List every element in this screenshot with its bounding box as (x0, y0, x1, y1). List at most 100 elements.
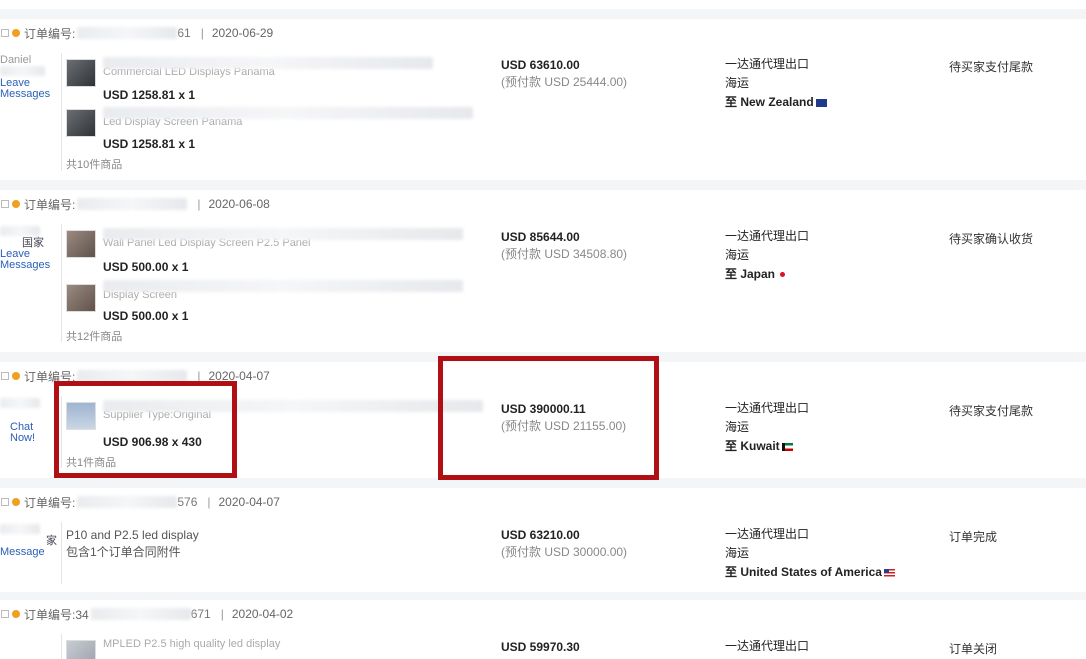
chat-now-link[interactable]: Chat Now! (0, 422, 58, 444)
order-number-tail: 671 (190, 607, 211, 621)
column-divider (61, 224, 62, 342)
destination: 至 Kuwait (725, 439, 780, 453)
item-count: 共12件商品 (66, 331, 123, 343)
highlight-box-amount (438, 356, 659, 480)
jp-flag-icon (780, 272, 786, 278)
product-title[interactable]: Wall Panel Led Display Screen P2.5 Panel (103, 228, 463, 249)
prepayment: (预付款 USD 30000.00) (501, 545, 628, 559)
shipping-info: 一达通代理出口 海运 至 United States of America (725, 525, 925, 582)
order-status: 待买家支付尾款 (949, 404, 1034, 418)
order-header: 订单编号: 61 | 2020-06-29 (0, 19, 1086, 48)
leave-message-link[interactable]: Message (0, 546, 45, 558)
product-title[interactable]: Display Screen (103, 280, 463, 301)
order-amount: USD 59970.30 (501, 640, 691, 654)
product-thumbnail[interactable] (66, 284, 96, 312)
product-thumbnail[interactable] (66, 59, 96, 87)
shield-icon (12, 372, 20, 380)
order-body: MPLED P2.5 high quality led display USD … (0, 628, 1086, 659)
order-date: 2020-06-08 (208, 197, 270, 211)
shipping-info: 一达通代理出口 海运 至 Japan (725, 227, 925, 284)
order-checkbox[interactable] (1, 498, 9, 506)
destination: 至 United States of America (725, 565, 882, 579)
order-date: 2020-04-07 (218, 495, 280, 509)
product-list: MPLED P2.5 high quality led display (66, 638, 496, 659)
ship-method: 一达通代理出口 (725, 527, 810, 541)
order-checkbox[interactable] (1, 372, 9, 380)
order-number-blurred (77, 496, 178, 508)
item-count: 共10件商品 (66, 159, 123, 171)
kw-flag-icon (781, 442, 793, 451)
product-title[interactable]: MPLED P2.5 high quality led display (103, 638, 280, 650)
nz-flag-icon (815, 98, 827, 107)
ship-mode: 海运 (725, 546, 750, 560)
ship-method: 一达通代理出口 (725, 639, 810, 653)
contract-attachment: 包含1个订单合同附件 (66, 545, 181, 559)
shield-icon (12, 498, 20, 506)
ship-method: 一达通代理出口 (725, 229, 810, 243)
order-header: 订单编号:34 671 | 2020-04-02 (0, 600, 1086, 629)
product-title[interactable]: Commercial LED Displays Panama (103, 57, 433, 78)
order-status: 订单完成 (949, 530, 998, 544)
product-title[interactable]: P10 and P2.5 led display (66, 528, 199, 542)
separator: | (197, 197, 201, 211)
order-header: 订单编号: | 2020-06-08 (0, 190, 1086, 219)
order-body: Daniel Leave Messages Commercial LED Dis… (0, 47, 1086, 180)
order-checkbox[interactable] (1, 200, 9, 208)
leave-message-link[interactable]: Leave Messages (0, 248, 50, 271)
column-divider (61, 634, 62, 659)
total-amount: USD 63610.00 (501, 58, 580, 72)
product-price: USD 500.00 x 1 (103, 309, 189, 323)
divider (0, 180, 1086, 190)
order-number-blurred (77, 198, 188, 210)
order-amount: USD 85644.00 (预付款 USD 34508.80) (501, 230, 691, 262)
order-amount: USD 63610.00 (预付款 USD 25444.00) (501, 58, 691, 90)
total-amount: USD 85644.00 (501, 230, 580, 244)
order-date: 2020-04-02 (231, 607, 294, 621)
ship-method: 一达通代理出口 (725, 57, 810, 71)
order-number-blurred (90, 608, 191, 620)
seller-name: Daniel (0, 54, 32, 66)
order-number-tail: 576 (177, 495, 198, 509)
order-header: 订单编号: 576 | 2020-04-07 (0, 488, 1086, 517)
shipping-info: 一达通代理出口 (725, 637, 925, 656)
product-thumbnail[interactable] (66, 109, 96, 137)
highlight-box-price (54, 381, 237, 478)
leave-message-link[interactable]: Leave Messages (0, 77, 50, 100)
prepayment: (预付款 USD 34508.80) (501, 247, 628, 261)
destination: 至 Japan (725, 267, 776, 281)
product-price: USD 1258.81 x 1 (103, 137, 196, 151)
us-flag-icon (883, 568, 895, 577)
product-thumbnail[interactable] (66, 230, 96, 258)
order-date: 2020-06-29 (211, 26, 274, 40)
order-checkbox[interactable] (1, 29, 9, 37)
order-body: 家 Message P10 and P2.5 led display 包含1个订… (0, 516, 1086, 592)
order-number-blurred (77, 27, 178, 39)
order-body: 国家 Leave Messages Wall Panel Led Display… (0, 218, 1086, 352)
seller-info: Chat Now! (0, 398, 58, 444)
order-amount: USD 63210.00 (预付款 USD 30000.00) (501, 528, 691, 560)
shield-icon (12, 200, 20, 208)
ship-mode: 海运 (725, 248, 750, 262)
destination: 至 New Zealand (725, 95, 814, 109)
ship-mode: 海运 (725, 76, 750, 90)
product-thumbnail[interactable] (66, 640, 96, 659)
product-price: USD 500.00 x 1 (103, 260, 189, 274)
total-amount: USD 63210.00 (501, 528, 580, 542)
shipping-info: 一达通代理出口 海运 至 Kuwait (725, 399, 925, 456)
separator: | (200, 26, 204, 40)
seller-info: 国家 Leave Messages (0, 226, 58, 271)
product-title[interactable]: Led Display Screen Panama (103, 107, 473, 128)
order-number-label: 订单编号: (24, 26, 76, 41)
product-list: P10 and P2.5 led display 包含1个订单合同附件 (66, 527, 496, 587)
product-price: USD 1258.81 x 1 (103, 88, 196, 102)
order-number-label: 订单编号: (24, 197, 76, 212)
order-status: 订单关闭 (949, 642, 998, 656)
order-checkbox[interactable] (1, 610, 9, 618)
product-list: Wall Panel Led Display Screen P2.5 Panel… (66, 228, 496, 348)
order-number-tail: 61 (177, 26, 191, 40)
separator: | (220, 607, 224, 621)
column-divider (61, 53, 62, 171)
order-number-label: 订单编号:34 (24, 607, 89, 622)
order-status: 待买家确认收货 (949, 232, 1034, 246)
seller-info: 家 Message (0, 524, 58, 558)
